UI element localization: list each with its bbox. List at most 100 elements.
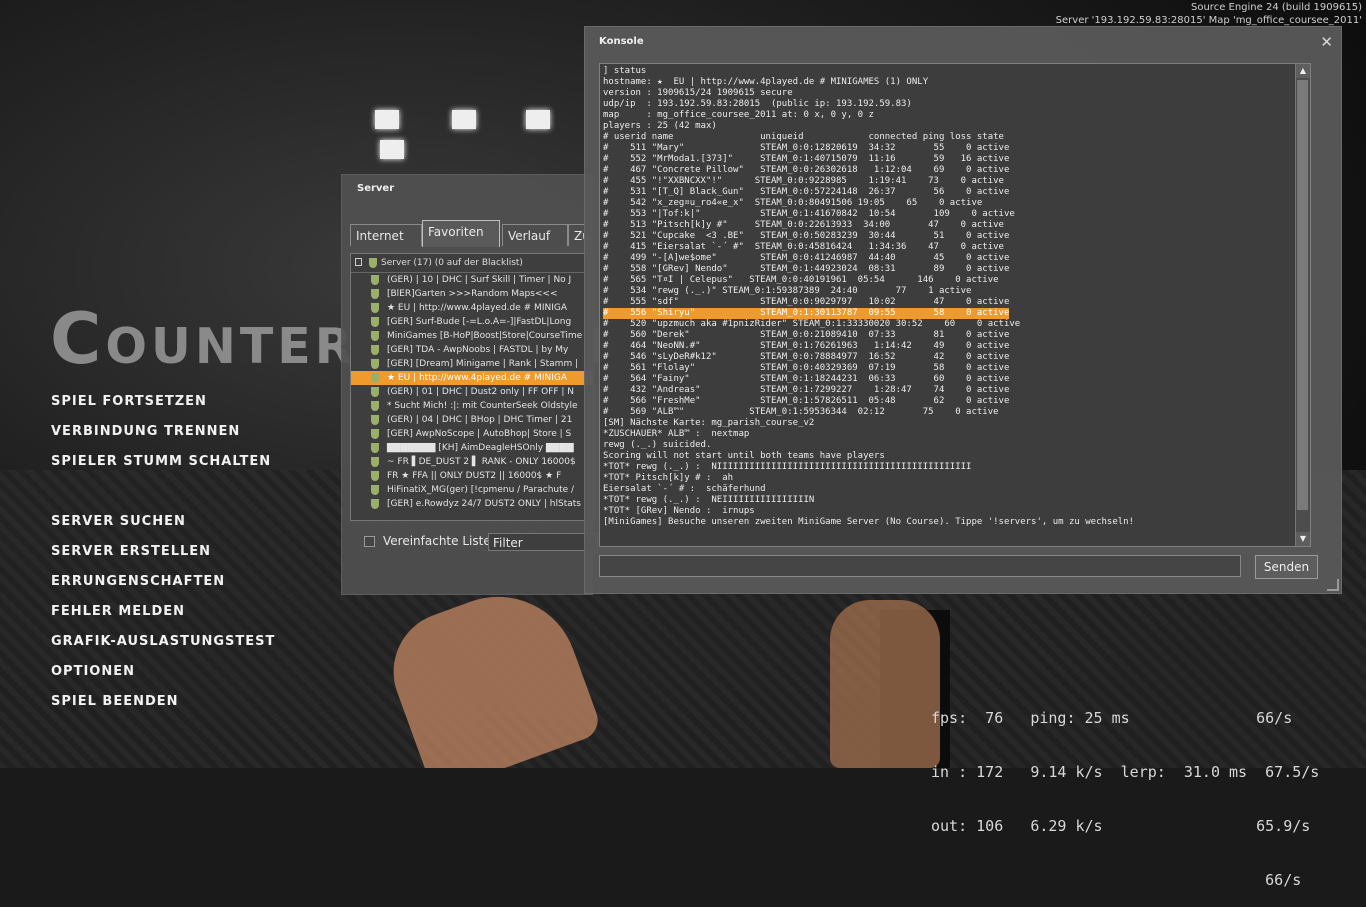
server-row[interactable]: ~ FR ▌DE_DUST 2 ▌ RANK - ONLY 16000$ (351, 455, 593, 469)
server-row-name: [GER] [Dream] Minigame | Rank | Stamm | (387, 359, 579, 369)
tab-history[interactable]: Verlauf (502, 224, 568, 246)
server-row-name: ★ EU | http://www.4played.de # MINIGA (387, 303, 567, 313)
menu-achievements[interactable]: ERRUNGENSCHAFTEN (51, 570, 275, 600)
server-row-name: (GER) | 10 | DHC | Surf Skill | Timer | … (387, 275, 572, 285)
console-line: hostname: ★ EU | http://www.4played.de #… (603, 77, 929, 87)
ceiling-light (380, 140, 404, 159)
filter-button[interactable]: Filter (488, 533, 598, 551)
menu-create-server[interactable]: SERVER ERSTELLEN (51, 540, 275, 570)
console-line: # 553 "|Tof:k|" STEAM_0:1:41670842 10:54… (603, 209, 1015, 219)
server-row-name: (GER) | 01 | DHC | Dust2 only | FF OFF |… (387, 387, 575, 397)
console-line: # 542 "x_zeg¤u_ro4«e_x" STEAM_0:0:804915… (603, 198, 983, 208)
menu-mute-players[interactable]: SPIELER STUMM SCHALTEN (51, 450, 275, 480)
server-list: Server (17) (0 auf der Blacklist) (GER) … (350, 253, 594, 521)
server-row[interactable]: [GER] Surf-Bude [-=L.o.A=-]|FastDL|Long (351, 315, 593, 329)
console-lines: ] status hostname: ★ EU | http://www.4pla… (603, 66, 1134, 528)
server-row-name: [GER] AwpNoScope | AutoBhop| Store | S (387, 429, 572, 439)
shield-icon (371, 485, 379, 495)
menu-disconnect[interactable]: VERBINDUNG TRENNEN (51, 420, 275, 450)
shield-icon (371, 401, 379, 411)
shield-icon (369, 258, 377, 268)
console-line: # 534 "rewg (._.)" STEAM_0:1:59387389 24… (603, 286, 972, 296)
console-line: [SM] Nächste Karte: mg_parish_course_v2 (603, 418, 815, 428)
console-line: *TOT* rewg (._.) : NEIIIIIIIIIIIIIIIIN (603, 495, 815, 505)
console-line: ] status (603, 66, 647, 76)
console-scrollbar[interactable]: ▲ ▼ (1295, 64, 1310, 546)
server-row[interactable]: [GER] e.Rowdyz 24/7 DUST2 ONLY | hlStats (351, 497, 593, 511)
server-row[interactable]: (GER) | 10 | DHC | Surf Skill | Timer | … (351, 273, 593, 287)
menu-resume-game[interactable]: SPIEL FORTSETZEN (51, 390, 275, 420)
server-row-name: [GER] e.Rowdyz 24/7 DUST2 ONLY | hlStats (387, 499, 581, 509)
server-row[interactable]: (GER) | 01 | DHC | Dust2 only | FF OFF |… (351, 385, 593, 399)
console-line: [MiniGames] Besuche unseren zweiten Mini… (603, 517, 1135, 527)
server-row[interactable]: ▇▇▇▇▇▇▇ [KH] AimDeagleHSOnly ▇▇▇▇ (351, 441, 593, 455)
ceiling-light (526, 110, 550, 129)
netgraph-fps-line: fps: 76 ping: 25 ms 66/s (931, 709, 1293, 727)
console-line: # 569 "ALB™" STEAM_0:1:59536344 02:12 75… (603, 407, 999, 417)
server-row-name: [GER] TDA - AwpNoobs | FASTDL | by My (387, 345, 569, 355)
shield-icon (371, 345, 379, 355)
server-row[interactable]: ★ EU | http://www.4played.de # MINIGA (351, 301, 593, 315)
server-row-name: FR ★ FFA || ONLY DUST2 || 16000$ ★ F (387, 471, 562, 481)
tab-favorites[interactable]: Favoriten (422, 220, 500, 247)
shield-icon (371, 429, 379, 439)
netgraph-rate-line: 66/s (931, 871, 1302, 889)
main-menu: SPIEL FORTSETZEN VERBINDUNG TRENNEN SPIE… (51, 390, 275, 720)
tab-internet[interactable]: Internet (350, 224, 422, 246)
menu-stress-test[interactable]: GRAFIK-AUSLASTUNGSTEST (51, 630, 275, 660)
console-output[interactable]: ] status hostname: ★ EU | http://www.4pla… (599, 63, 1311, 547)
console-line: Scoring will not start until both teams … (603, 451, 885, 461)
scroll-up-icon[interactable]: ▲ (1296, 64, 1310, 78)
simplified-list-checkbox[interactable] (364, 536, 375, 547)
shield-icon (371, 415, 379, 425)
menu-report-bug[interactable]: FEHLER MELDEN (51, 600, 275, 630)
console-line: # 558 "[GRev] Nendo" STEAM_0:1:44923024 … (603, 264, 1010, 274)
send-button[interactable]: Senden (1255, 555, 1318, 579)
server-row[interactable]: * Sucht Mich! :|: mit CounterSeek Oldsty… (351, 399, 593, 413)
console-line: udp/ip : 193.192.59.83:28015 (public ip:… (603, 99, 912, 109)
server-row[interactable]: [GER] [Dream] Minigame | Rank | Stamm | (351, 357, 593, 371)
server-row-name: ▇▇▇▇▇▇▇ [KH] AimDeagleHSOnly ▇▇▇▇ (387, 443, 574, 453)
console-line: # 531 "[T_Q] Black_Gun" STEAM_0:0:572241… (603, 187, 1010, 197)
console-line: # 415 "Eiersalat `-´ #" STEAM_0:0:458164… (603, 242, 1004, 252)
server-list-header[interactable]: Server (17) (0 auf der Blacklist) (351, 254, 593, 273)
engine-info: Source Engine 24 (build 1909615) Server … (1056, 1, 1362, 27)
netgraph-in-line: in : 172 9.14 k/s lerp: 31.0 ms 67.5/s (931, 763, 1320, 781)
scroll-down-icon[interactable]: ▼ (1296, 532, 1310, 546)
menu-quit[interactable]: SPIEL BEENDEN (51, 690, 275, 720)
console-line: map : mg_office_coursee_2011 at: 0 x, 0 … (603, 110, 874, 120)
player-hand-right (830, 600, 940, 768)
console-line: *TOT* Pitsch[k]y # : ah (603, 473, 734, 483)
console-line: version : 1909615/24 1909615 secure (603, 88, 793, 98)
scroll-thumb[interactable] (1297, 80, 1308, 510)
server-browser-title: Server (357, 183, 395, 194)
shield-icon (371, 387, 379, 397)
resize-grip-icon[interactable] (1327, 579, 1339, 591)
console-line: # 546 "sLyDeR#k12" STEAM_0:0:78884977 16… (603, 352, 1010, 362)
console-command-input[interactable] (599, 555, 1241, 577)
server-row[interactable]: HiFinatiX_MG(ger) [!cpmenu / Parachute / (351, 483, 593, 497)
lock-icon (355, 258, 362, 266)
server-row[interactable]: [BlER]Garten >>>Random Maps<<< (351, 287, 593, 301)
shield-icon (371, 499, 379, 509)
menu-options[interactable]: OPTIONEN (51, 660, 275, 690)
shield-icon (371, 331, 379, 341)
shield-icon (371, 317, 379, 327)
console-line: # 565 "T¤I | Celepus" STEAM_0:0:40191961… (603, 275, 999, 285)
server-row[interactable]: FR ★ FFA || ONLY DUST2 || 16000$ ★ F (351, 469, 593, 483)
console-line: *ZUSCHAUER* ALB™ : nextmap (603, 429, 750, 439)
console-line: # userid name uniqueid connected ping lo… (603, 132, 1004, 142)
console-line: # 561 "Flolay" STEAM_0:0:40329369 07:19 … (603, 363, 1010, 373)
console-line: # 552 "MrModa1.[373]" STEAM_0:1:40715079… (603, 154, 1010, 164)
server-row-name: ~ FR ▌DE_DUST 2 ▌ RANK - ONLY 16000$ (387, 457, 576, 467)
server-row[interactable]: [GER] AwpNoScope | AutoBhop| Store | S (351, 427, 593, 441)
shield-icon (371, 303, 379, 313)
server-row[interactable]: (GER) | 04 | DHC | BHop | DHC Timer | 21 (351, 413, 593, 427)
server-row[interactable]: [GER] TDA - AwpNoobs | FASTDL | by My (351, 343, 593, 357)
close-icon[interactable]: ✕ (1320, 33, 1333, 51)
ceiling-light (375, 110, 399, 129)
menu-find-servers[interactable]: SERVER SUCHEN (51, 510, 275, 540)
server-row[interactable]: MiniGames [B-HoP|Boost|Store|CourseTime (351, 329, 593, 343)
console-line: # 564 "Fainy" STEAM_0:1:18244231 06:33 6… (603, 374, 1010, 384)
server-row[interactable]: ★ EU | http://www.4played.de # MINIGA (351, 371, 593, 385)
